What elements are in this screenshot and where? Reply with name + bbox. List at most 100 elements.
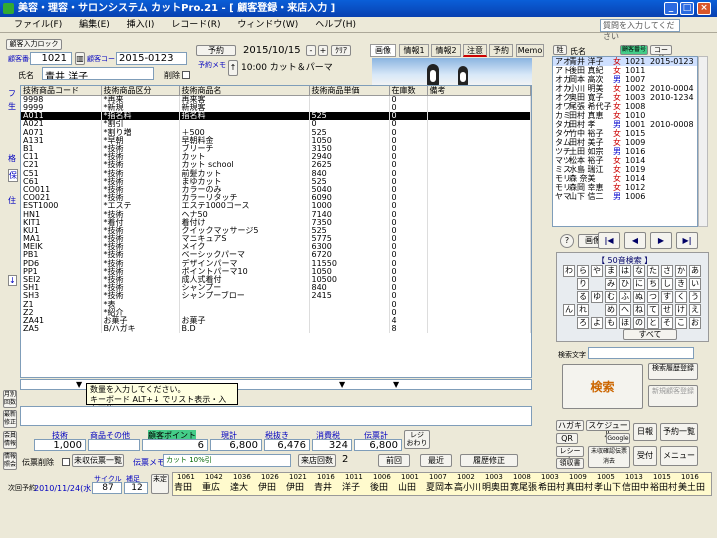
- list-item[interactable]: ツチ 土田 如宗男 1016: [553, 147, 697, 156]
- total-points[interactable]: 6: [142, 439, 208, 451]
- kana-key[interactable]: る: [577, 291, 589, 303]
- table-row[interactable]: A071 *割り増 ＋500 525 0: [21, 128, 531, 137]
- kana-key[interactable]: へ: [619, 304, 631, 316]
- history-edit-button[interactable]: 履歴修正: [460, 454, 518, 467]
- list-item[interactable]: マツ 松本 裕子女 1014: [553, 156, 697, 165]
- arrow-up-icon[interactable]: ↑: [228, 60, 238, 76]
- kana-key[interactable]: ふ: [619, 291, 631, 303]
- table-row[interactable]: Z1 *表 0: [21, 300, 531, 309]
- hagaki-button[interactable]: ハガキ: [556, 420, 584, 431]
- table-cell[interactable]: [427, 218, 531, 227]
- table-cell[interactable]: [427, 325, 531, 334]
- search-char-input[interactable]: [588, 347, 694, 359]
- table-row[interactable]: C61 *技術 まゆカット 525 0: [21, 177, 531, 186]
- dropdown-arrow-icon[interactable]: ▼: [393, 380, 399, 389]
- unpaid-confirm-button[interactable]: 未収確認伝票消去: [588, 446, 630, 468]
- delete-checkbox[interactable]: [182, 71, 190, 79]
- kana-key[interactable]: れ: [577, 304, 589, 316]
- list-item[interactable]: オク 奥田 寛子女 1003 2010-1234: [553, 93, 697, 102]
- date-minus-button[interactable]: -: [306, 45, 316, 56]
- customer-lock-checkbox[interactable]: 顧客入力ロック: [6, 39, 62, 50]
- table-cell[interactable]: [427, 128, 531, 137]
- minimize-button[interactable]: _: [664, 2, 678, 15]
- list-item[interactable]: オワ 尾張 希代子女 1008: [553, 102, 697, 111]
- table-cell[interactable]: ZA5: [21, 325, 102, 334]
- search-history-register-button[interactable]: 検索履歴登録: [648, 363, 698, 380]
- register-finish-button[interactable]: レジ おわり: [404, 430, 430, 449]
- search-button[interactable]: 検索: [562, 364, 643, 409]
- kana-key[interactable]: ま: [605, 265, 617, 277]
- kana-key[interactable]: え: [689, 304, 701, 316]
- kana-key[interactable]: ち: [647, 278, 659, 290]
- table-cell[interactable]: [427, 104, 531, 113]
- kana-key[interactable]: み: [605, 278, 617, 290]
- hosoku-field[interactable]: 12: [124, 482, 148, 494]
- kana-all-button[interactable]: すべて: [623, 329, 677, 340]
- recent-customer-name[interactable]: 寛尾張: [510, 482, 537, 494]
- table-row[interactable]: SH3 *技術 シャンプーブロー 2415 0: [21, 292, 531, 301]
- kana-key[interactable]: せ: [661, 304, 673, 316]
- table-row[interactable]: 9999 *新規 新規客 0: [21, 104, 531, 113]
- table-cell[interactable]: [427, 161, 531, 170]
- tab-info2[interactable]: 情報2: [431, 44, 461, 57]
- kana-key[interactable]: と: [647, 317, 659, 329]
- customer-code-field[interactable]: 2015-0123: [116, 52, 187, 65]
- barcode-icon[interactable]: ▥: [75, 52, 85, 65]
- dropdown-arrow-icon[interactable]: ▼: [339, 380, 345, 389]
- table-cell[interactable]: [427, 153, 531, 162]
- yoyaku-button[interactable]: 予約: [196, 45, 236, 56]
- table-cell[interactable]: [309, 308, 390, 317]
- table-row[interactable]: PB1 *技術 ベーシックパーマ 6720 0: [21, 251, 531, 260]
- customer-no-sort[interactable]: 顧客番号: [620, 45, 648, 55]
- kana-key[interactable]: さ: [661, 265, 673, 277]
- customer-list[interactable]: アオ 青井 洋子女 1021 2015-0123 アト 後田 真紀女 1011 オカ 岡本 高次…: [552, 56, 698, 227]
- unpaid-slip-list-button[interactable]: 未収伝票一覧: [72, 454, 124, 467]
- total-tax[interactable]: 324: [312, 439, 352, 451]
- kana-key[interactable]: く: [675, 291, 687, 303]
- customer-list-scrollbar[interactable]: [698, 56, 708, 227]
- table-cell[interactable]: [309, 300, 390, 309]
- kana-key[interactable]: ゆ: [591, 291, 603, 303]
- table-row[interactable]: MA1 *技術 マニキュアS 5775 0: [21, 235, 531, 244]
- table-row[interactable]: MEIK *技術 メイク 6300 0: [21, 243, 531, 252]
- kana-key[interactable]: ろ: [577, 317, 589, 329]
- table-cell[interactable]: [427, 185, 531, 195]
- table-row[interactable]: CO021 *技術 カラーリタッチ 6090 0: [21, 194, 531, 203]
- reservation-list-button[interactable]: 予約一覧: [660, 423, 698, 441]
- table-cell[interactable]: [427, 194, 531, 203]
- recent-customer-name[interactable]: 山田: [398, 482, 416, 494]
- table-cell[interactable]: 指名料: [179, 112, 310, 121]
- tab-image[interactable]: 画像: [370, 44, 396, 57]
- table-cell[interactable]: B/ハガキ: [101, 325, 180, 334]
- kana-key[interactable]: ひ: [619, 278, 631, 290]
- table-row[interactable]: HN1 *技術 ヘナ50 7140 0: [21, 210, 531, 219]
- kana-key[interactable]: ね: [633, 304, 645, 316]
- close-button[interactable]: ×: [697, 2, 711, 15]
- kana-key[interactable]: い: [689, 278, 701, 290]
- total-gijutsu[interactable]: 1,000: [34, 439, 86, 451]
- table-row[interactable]: PP1 *技術 ポイントパーマ10 1050 0: [21, 267, 531, 276]
- info-query-button[interactable]: 情報照会: [3, 452, 17, 470]
- menu-button[interactable]: メニュー: [660, 446, 698, 466]
- kana-key[interactable]: り: [577, 278, 589, 290]
- recent-customer-name[interactable]: 信田中: [622, 482, 649, 494]
- table-cell[interactable]: [309, 95, 390, 104]
- list-item[interactable]: モリ 森岡 幸恵女 1012: [553, 183, 697, 192]
- customer-no-field[interactable]: 1021: [30, 52, 72, 65]
- table-cell[interactable]: [427, 136, 531, 145]
- table-cell[interactable]: [427, 251, 531, 260]
- table-row[interactable]: C51 *技術 前髪カット 840 0: [21, 169, 531, 178]
- previous-button[interactable]: 前回: [378, 454, 410, 467]
- next-record-icon[interactable]: ▶: [650, 232, 672, 249]
- table-cell[interactable]: [309, 325, 390, 334]
- kana-key[interactable]: ん: [563, 304, 575, 316]
- kana-key[interactable]: か: [675, 265, 687, 277]
- visit-count-button[interactable]: 来店回数: [298, 454, 336, 467]
- menu-file[interactable]: ファイル(F): [0, 17, 69, 33]
- tab-reservation[interactable]: 予約: [489, 44, 513, 57]
- help-icon[interactable]: ?: [560, 234, 574, 248]
- total-genkei[interactable]: 6,800: [210, 439, 262, 451]
- name-field[interactable]: 青井 洋子: [42, 67, 154, 80]
- recent-customer-name[interactable]: 夏岡本: [426, 482, 453, 494]
- schedule-button[interactable]: スケジュール: [586, 420, 630, 439]
